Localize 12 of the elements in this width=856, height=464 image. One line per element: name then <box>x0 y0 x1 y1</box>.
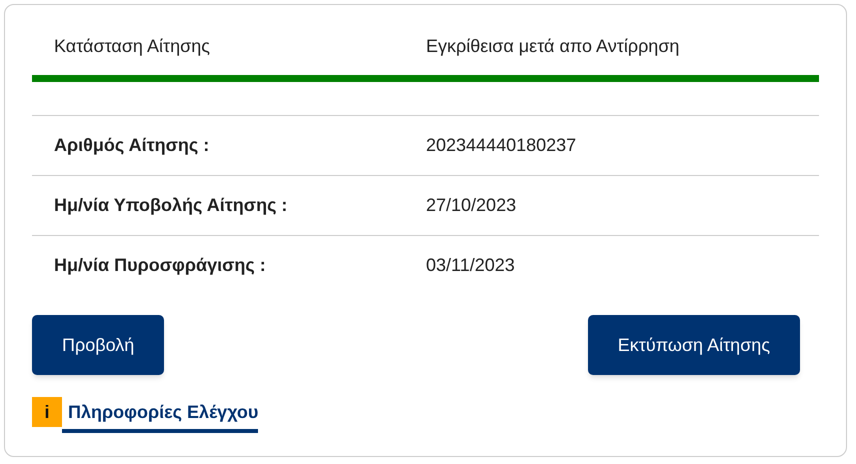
detail-value: 202344440180237 <box>426 134 576 157</box>
detail-label: Ημ/νία Υποβολής Αίτησης : <box>53 194 288 217</box>
detail-value: 03/11/2023 <box>426 254 515 277</box>
detail-label: Αριθμός Αίτησης : <box>53 134 210 157</box>
detail-value: 27/10/2023 <box>426 194 516 217</box>
detail-label: Ημ/νία Πυροσφράγισης : <box>53 254 267 277</box>
status-value: Εγκρίθεισα μετά απο Αντίρρηση <box>426 34 680 58</box>
print-button[interactable]: Εκτύπωση Αίτησης <box>588 315 800 375</box>
info-link[interactable]: Πληροφορίες Ελέγχου <box>62 399 258 433</box>
info-icon: i <box>32 397 62 427</box>
view-button[interactable]: Προβολή <box>32 315 164 375</box>
status-label: Κατάσταση Αίτησης <box>53 34 211 58</box>
